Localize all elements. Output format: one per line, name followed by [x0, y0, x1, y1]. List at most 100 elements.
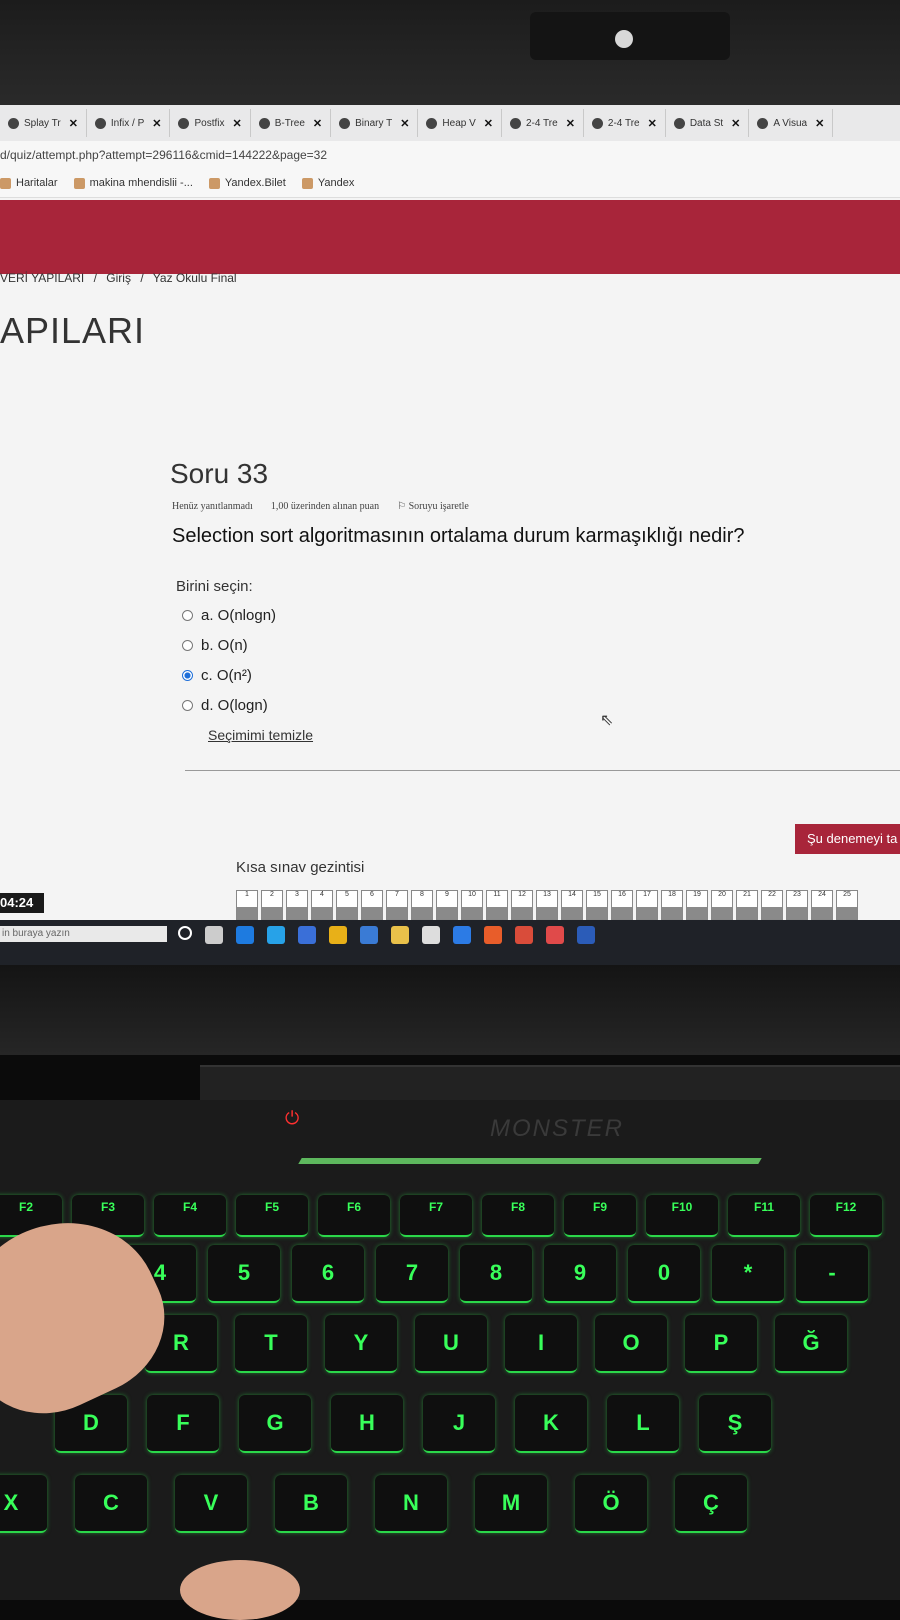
music-icon[interactable] — [546, 926, 564, 944]
option-b[interactable]: b. O(n) — [182, 637, 248, 654]
keyboard-key[interactable]: * — [712, 1245, 784, 1303]
close-icon[interactable]: ✕ — [400, 117, 409, 130]
quiz-nav-button[interactable]: 23 — [786, 890, 808, 920]
keyboard-key[interactable]: P — [685, 1315, 757, 1373]
keyboard-key[interactable]: 9 — [544, 1245, 616, 1303]
keyboard-key[interactable]: O — [595, 1315, 667, 1373]
close-icon[interactable]: ✕ — [815, 117, 824, 130]
keyboard-key[interactable]: F8 — [482, 1195, 554, 1237]
radio-b[interactable] — [182, 640, 193, 651]
keyboard-key[interactable]: K — [515, 1395, 587, 1453]
mail-icon[interactable] — [453, 926, 471, 944]
address-bar[interactable]: d/quiz/attempt.php?attempt=296116&cmid=1… — [0, 141, 900, 169]
keyboard-key[interactable]: F6 — [318, 1195, 390, 1237]
quiz-nav-button[interactable]: 10 — [461, 890, 483, 920]
keyboard-key[interactable]: - — [796, 1245, 868, 1303]
keyboard-key[interactable]: M — [475, 1475, 547, 1533]
keyboard-key[interactable]: 7 — [376, 1245, 448, 1303]
quiz-nav-button[interactable]: 13 — [536, 890, 558, 920]
browser-tab[interactable]: Binary T ✕ — [331, 109, 419, 137]
browser-tab[interactable]: Postfix ✕ — [170, 109, 251, 137]
store-icon[interactable] — [422, 926, 440, 944]
keyboard-key[interactable]: U — [415, 1315, 487, 1373]
keyboard-key[interactable]: 0 — [628, 1245, 700, 1303]
cortana-icon[interactable] — [178, 926, 192, 940]
keyboard-key[interactable]: J — [423, 1395, 495, 1453]
quiz-nav-button[interactable]: 11 — [486, 890, 508, 920]
quiz-nav-button[interactable]: 16 — [611, 890, 633, 920]
quiz-nav-button[interactable]: 12 — [511, 890, 533, 920]
edge-legacy-icon[interactable] — [236, 926, 254, 944]
browser-tab[interactable]: A Visua ✕ — [749, 109, 834, 137]
app-icon[interactable] — [298, 926, 316, 944]
keyboard-key[interactable]: F4 — [154, 1195, 226, 1237]
bookmark-item[interactable]: makina mhendislii -... — [73, 177, 193, 189]
keyboard-key[interactable]: F9 — [564, 1195, 636, 1237]
keyboard-key[interactable]: F7 — [400, 1195, 472, 1237]
keyboard-key[interactable]: C — [75, 1475, 147, 1533]
browser-tab[interactable]: 2-4 Tre ✕ — [584, 109, 666, 137]
keyboard-key[interactable]: H — [331, 1395, 403, 1453]
bookmark-item[interactable]: Yandex — [301, 177, 354, 189]
close-icon[interactable]: ✕ — [152, 117, 161, 130]
browser-tab[interactable]: 2-4 Tre ✕ — [502, 109, 584, 137]
keyboard-key[interactable]: L — [607, 1395, 679, 1453]
quiz-nav-button[interactable]: 18 — [661, 890, 683, 920]
keyboard-key[interactable]: V — [175, 1475, 247, 1533]
close-icon[interactable]: ✕ — [313, 117, 322, 130]
keyboard-key[interactable]: F10 — [646, 1195, 718, 1237]
quiz-nav-button[interactable]: 7 — [386, 890, 408, 920]
keyboard-key[interactable]: Ö — [575, 1475, 647, 1533]
keyboard-key[interactable]: F — [147, 1395, 219, 1453]
quiz-nav-button[interactable]: 20 — [711, 890, 733, 920]
quiz-nav-button[interactable]: 2 — [261, 890, 283, 920]
quiz-nav-button[interactable]: 22 — [761, 890, 783, 920]
chrome-icon[interactable] — [329, 926, 347, 944]
option-c[interactable]: c. O(n²) — [182, 667, 252, 684]
breadcrumb-quiz[interactable]: Yaz Okulu Final — [153, 271, 237, 285]
keyboard-key[interactable]: X — [0, 1475, 47, 1533]
breadcrumb-course[interactable]: VERİ YAPILARI — [0, 271, 84, 285]
option-a[interactable]: a. O(nlogn) — [182, 607, 276, 624]
word-icon[interactable] — [577, 926, 595, 944]
close-icon[interactable]: ✕ — [731, 117, 740, 130]
keyboard-key[interactable]: B — [275, 1475, 347, 1533]
taskbar-search-input[interactable]: in buraya yazın — [0, 926, 167, 942]
option-d[interactable]: d. O(logn) — [182, 697, 268, 714]
radio-c[interactable] — [182, 670, 193, 681]
keyboard-key[interactable]: Y — [325, 1315, 397, 1373]
quiz-nav-button[interactable]: 4 — [311, 890, 333, 920]
power-icon[interactable]: ⏻ — [285, 1108, 299, 1129]
app-icon[interactable] — [484, 926, 502, 944]
next-page-button[interactable]: Şu denemeyi ta — [795, 824, 900, 854]
quiz-nav-button[interactable]: 1 — [236, 890, 258, 920]
keyboard-key[interactable]: G — [239, 1395, 311, 1453]
quiz-nav-button[interactable]: 19 — [686, 890, 708, 920]
browser-tab[interactable]: Infix / P ✕ — [87, 109, 171, 137]
keyboard-key[interactable]: Ş — [699, 1395, 771, 1453]
keyboard-key[interactable]: F12 — [810, 1195, 882, 1237]
clear-choice-link[interactable]: Seçimimi temizle — [208, 727, 313, 743]
close-icon[interactable]: ✕ — [233, 117, 242, 130]
keyboard-key[interactable]: F5 — [236, 1195, 308, 1237]
quiz-nav-button[interactable]: 24 — [811, 890, 833, 920]
keyboard-key[interactable]: N — [375, 1475, 447, 1533]
quiz-nav-button[interactable]: 9 — [436, 890, 458, 920]
keyboard-key[interactable]: 6 — [292, 1245, 364, 1303]
close-icon[interactable]: ✕ — [566, 117, 575, 130]
quiz-nav-button[interactable]: 14 — [561, 890, 583, 920]
file-explorer-icon[interactable] — [391, 926, 409, 944]
task-view-icon[interactable] — [205, 926, 223, 944]
keyboard-key[interactable]: F11 — [728, 1195, 800, 1237]
keyboard-key[interactable]: I — [505, 1315, 577, 1373]
close-icon[interactable]: ✕ — [69, 117, 78, 130]
quiz-nav-button[interactable]: 5 — [336, 890, 358, 920]
radio-d[interactable] — [182, 700, 193, 711]
keyboard-key[interactable]: 5 — [208, 1245, 280, 1303]
keyboard-key[interactable]: Ğ — [775, 1315, 847, 1373]
quiz-nav-button[interactable]: 3 — [286, 890, 308, 920]
app-icon[interactable] — [360, 926, 378, 944]
browser-tab[interactable]: Data St ✕ — [666, 109, 750, 137]
quiz-nav-button[interactable]: 6 — [361, 890, 383, 920]
browser-tab[interactable]: B-Tree ✕ — [251, 109, 332, 137]
